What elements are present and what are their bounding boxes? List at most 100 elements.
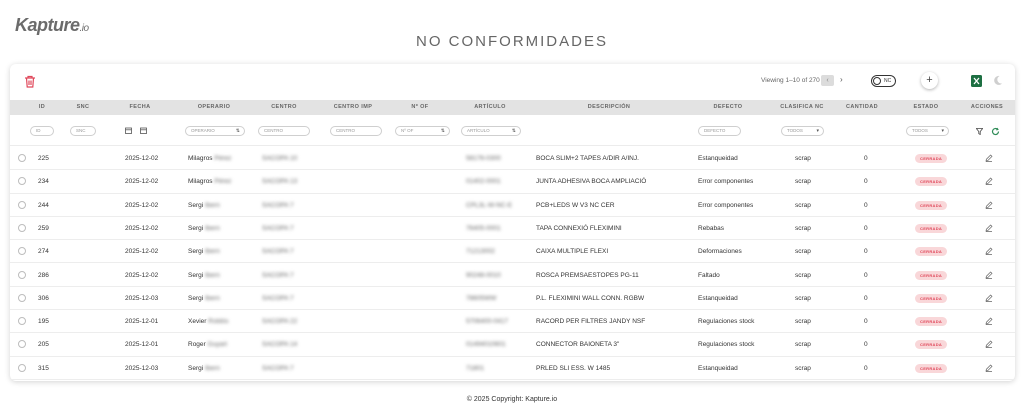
table-row[interactable]: 274 2025-12-02 Sergi Ibern SACOPA 7 71213002… [10, 240, 1015, 264]
filter-clasifica-nc[interactable]: TODOS ▾ [781, 126, 824, 136]
cell-articulo: 01494010601 [466, 341, 506, 349]
moon-icon[interactable] [992, 75, 1003, 86]
cell-operario: Sergi Ibern [188, 295, 220, 302]
edit-icon[interactable] [985, 271, 993, 279]
edit-icon[interactable] [985, 177, 993, 186]
row-select-checkbox[interactable] [18, 154, 26, 162]
cell-operario-last: Pérez [214, 155, 232, 162]
cell-operario-first: Sergi [188, 364, 204, 372]
cell-operario-last: Ibern [205, 271, 220, 279]
calendar-icon[interactable] [125, 127, 132, 134]
col-fecha[interactable]: FECHA [130, 104, 151, 110]
sort-icon: ⇅ [440, 128, 445, 134]
table-row[interactable]: 205 2025-12-01 Roger Guyart SACOPA 14 014940… [10, 333, 1015, 357]
table-row[interactable]: 259 2025-12-02 Sergi Ibern SACOPA 7 76405-00… [10, 217, 1015, 241]
cell-operario-last: Guyart [207, 341, 228, 349]
filter-articulo[interactable]: ARTÍCULO ⇅ [461, 126, 521, 136]
table-row[interactable]: 244 2025-12-02 Sergi Ibern SACOPA 7 CPL3L-W-… [10, 194, 1015, 217]
table-row[interactable]: 234 2025-12-02 Milagros Pérez SACOPA 13 0140… [10, 170, 1015, 194]
row-select-checkbox[interactable] [18, 340, 26, 349]
chevron-down-icon: ▾ [941, 128, 944, 134]
table-row[interactable]: 195 2025-12-01 Xevier Roldós SACOPA 22 57064… [10, 310, 1015, 334]
calendar-icon[interactable] [140, 127, 147, 134]
row-select-checkbox[interactable] [18, 223, 26, 232]
row-select-checkbox[interactable] [18, 247, 26, 256]
cell-fecha: 2025-12-01 [125, 341, 159, 349]
add-button[interactable]: + [921, 72, 938, 89]
col-articulo[interactable]: ARTÍCULO [474, 104, 506, 110]
col-snc[interactable]: SNC [77, 104, 90, 110]
status-badge: CERRADA [915, 270, 948, 280]
toggle-knob [873, 77, 881, 85]
col-defecto[interactable]: DEFECTO [714, 104, 743, 110]
row-select-checkbox[interactable] [18, 293, 26, 302]
col-id[interactable]: ID [39, 104, 45, 110]
footer-brand-link[interactable]: Kapture.io [525, 396, 557, 403]
edit-icon[interactable] [985, 201, 993, 209]
chevron-right-icon[interactable]: › [840, 75, 843, 84]
cell-defecto: Error componentes [698, 201, 754, 209]
col-clasifica-nc[interactable]: CLASIFICA NC [780, 104, 823, 110]
col-centro-imp[interactable]: CENTRO IMP [334, 104, 373, 110]
edit-icon[interactable] [985, 364, 993, 372]
table-row[interactable]: 306 2025-12-03 Sergi Ibern SACOPA 7 78605WW P… [10, 287, 1015, 311]
filter-estado[interactable]: TODOS ▾ [906, 126, 949, 136]
table-row[interactable]: 286 2025-12-02 Sergi Ibern SACOPA 7 90248-00… [10, 264, 1015, 287]
cell-fecha: 2025-12-02 [125, 224, 159, 232]
refresh-icon[interactable] [991, 127, 1000, 136]
edit-icon[interactable] [985, 154, 993, 162]
row-select-checkbox[interactable] [18, 177, 26, 186]
table-row[interactable]: 225 2025-12-02 Milagros Pérez SACOPA 10 5817… [10, 147, 1015, 171]
col-cantidad[interactable]: CANTIDAD [846, 104, 878, 110]
nc-toggle[interactable]: NC [871, 75, 896, 87]
cell-id: 195 [38, 318, 49, 326]
table-row[interactable]: 315 2025-12-03 Sergi Ibern SACOPA 7 71801 PRL… [10, 357, 1015, 380]
edit-icon[interactable] [985, 247, 993, 256]
cell-id: 205 [38, 341, 49, 349]
filter-icon[interactable] [976, 128, 983, 135]
sort-icon: ⇅ [235, 128, 240, 134]
col-operario[interactable]: OPERARIO [198, 104, 231, 110]
edit-icon[interactable] [985, 340, 993, 349]
cell-descripcion: JUNTA ADHESIVA BOCA AMPLIACIÓ [536, 178, 647, 186]
cell-descripcion: RACORD PER FILTRES JANDY NSF [536, 318, 646, 326]
filter-centro-imp[interactable]: CENTRO [330, 126, 382, 136]
col-centro[interactable]: CENTRO [271, 104, 297, 110]
cell-centro: SACOPA 13 [262, 178, 298, 186]
chevron-left-icon[interactable]: ‹ [821, 75, 834, 86]
cell-centro: SACOPA 7 [262, 294, 294, 302]
row-select-checkbox[interactable] [18, 317, 26, 326]
page-title: NO CONFORMIDADES [415, 33, 608, 50]
excel-icon[interactable] [971, 75, 982, 87]
cell-clasifica: scrap [795, 224, 811, 232]
edit-icon[interactable] [985, 224, 993, 232]
cell-articulo: 58176-0300 [466, 155, 501, 162]
cell-operario: Milagros Pérez [188, 178, 231, 185]
cell-centro: SACOPA 7 [262, 224, 294, 232]
col-num-of[interactable]: Nº OF [411, 104, 428, 110]
filter-num-of[interactable]: Nº OF ⇅ [395, 126, 450, 136]
row-select-checkbox[interactable] [18, 200, 26, 209]
cell-clasifica: scrap [795, 155, 811, 162]
cell-descripcion: PRLED SLI ESS. W 1485 [536, 364, 611, 372]
edit-icon[interactable] [985, 294, 993, 302]
filter-snc[interactable]: SNC [70, 126, 96, 136]
cell-operario: Sergi Ibern [188, 272, 220, 279]
edit-icon[interactable] [985, 317, 993, 325]
cell-centro: SACOPA 10 [262, 155, 298, 162]
cell-operario-first: Sergi [188, 201, 204, 209]
col-estado[interactable]: ESTADO [914, 104, 939, 110]
cell-id: 286 [38, 271, 49, 279]
col-descripcion[interactable]: DESCRIPCIÓN [588, 104, 631, 110]
filter-id[interactable]: ID [30, 126, 54, 136]
cell-fecha: 2025-12-03 [125, 364, 159, 372]
nc-table-card: Viewing 1–10 of 270 ‹ › NC + ID SNC FECH… [10, 64, 1015, 381]
row-select-checkbox[interactable] [18, 363, 26, 372]
row-select-checkbox[interactable] [18, 270, 26, 279]
cell-operario: Roger Guyart [188, 341, 227, 348]
cell-defecto: Error componentes [698, 178, 754, 186]
filter-centro[interactable]: CENTRO [258, 126, 310, 136]
filter-operario[interactable]: OPERARIO ⇅ [185, 126, 245, 136]
trash-icon[interactable] [24, 75, 36, 88]
filter-defecto[interactable]: DEFECTO [698, 126, 741, 136]
